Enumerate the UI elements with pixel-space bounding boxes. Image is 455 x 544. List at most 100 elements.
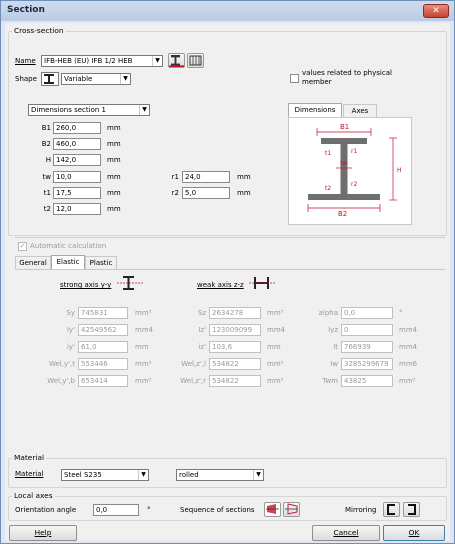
tab-plastic[interactable]: Plastic bbox=[85, 256, 117, 269]
automatic-calculation-checkbox[interactable]: ✓ bbox=[18, 242, 27, 251]
property-value: 2634278 bbox=[212, 309, 244, 317]
chevron-down-icon: ▼ bbox=[138, 470, 148, 480]
material-value: Steel S235 bbox=[64, 471, 102, 479]
dimension-t2-field[interactable]: 12,0 bbox=[53, 203, 101, 215]
radius-r2-field[interactable]: 5,0 bbox=[182, 187, 230, 199]
tab-label: General bbox=[19, 259, 47, 267]
name-combo[interactable]: IFB-HEB (EU) IFB 1/2 HEB ▼ bbox=[41, 55, 163, 67]
strong-axis-icon bbox=[117, 276, 143, 290]
orientation-angle-unit: ° bbox=[147, 506, 151, 514]
dimension-b1-field[interactable]: 260,0 bbox=[53, 122, 101, 134]
dimension-unit: mm bbox=[107, 156, 121, 164]
tab-label: Dimensions bbox=[294, 106, 336, 114]
t2-label: t2 bbox=[325, 185, 331, 192]
property-value: 43825 bbox=[344, 377, 367, 385]
material-combo[interactable]: Steel S235 ▼ bbox=[61, 469, 149, 481]
property-value: 103,6 bbox=[212, 343, 233, 351]
property-unit: mm³ bbox=[135, 309, 152, 317]
section-drawing: B1 B2 H t1 t2 tw r1 r2 bbox=[307, 123, 402, 218]
chevron-down-icon: ▼ bbox=[152, 56, 162, 66]
property-unit: ° bbox=[399, 309, 403, 317]
dimension-h-field[interactable]: 142,0 bbox=[53, 154, 101, 166]
dimension-label: tw bbox=[42, 173, 51, 181]
property-unit: mm4 bbox=[267, 326, 286, 334]
property-label: Iyz bbox=[328, 326, 338, 334]
property-unit: mm4 bbox=[399, 326, 418, 334]
radius-r1-field[interactable]: 24,0 bbox=[182, 171, 230, 183]
dimension-unit: mm bbox=[107, 124, 121, 132]
tab-general[interactable]: General bbox=[15, 256, 51, 269]
property-iw-field: 3285299679 bbox=[341, 358, 393, 370]
radius-unit: mm bbox=[237, 189, 251, 197]
dimension-t1-field[interactable]: 17,5 bbox=[53, 187, 101, 199]
physical-member-checkbox[interactable] bbox=[290, 74, 299, 83]
property-iyz-field: 0 bbox=[341, 324, 393, 336]
mirror-right-button[interactable] bbox=[403, 502, 420, 517]
property-value: 653414 bbox=[81, 377, 108, 385]
shape-icon-combo[interactable] bbox=[41, 72, 59, 86]
h-label: H bbox=[397, 167, 402, 174]
property-value: 123009099 bbox=[212, 326, 253, 334]
section-database-button[interactable] bbox=[187, 53, 204, 68]
property-label: Iy' bbox=[66, 326, 75, 334]
radius-label: r2 bbox=[171, 189, 179, 197]
property-label: Wel,y',t bbox=[48, 360, 75, 368]
property-value: 553446 bbox=[81, 360, 108, 368]
i-beam-icon bbox=[169, 55, 184, 67]
property-value: 534822 bbox=[212, 360, 239, 368]
property-iz-radius-field: 103,6 bbox=[209, 341, 261, 353]
tw-label: tw bbox=[340, 160, 347, 167]
i-section-icon bbox=[44, 74, 54, 84]
property-value: 534822 bbox=[212, 377, 239, 385]
ok-button[interactable]: OK bbox=[383, 525, 445, 541]
r1-label: r1 bbox=[351, 148, 357, 155]
section-dialog: Section ✕ Cross-section Name IFB-HEB (EU… bbox=[0, 0, 455, 544]
dimension-b2-field[interactable]: 460,0 bbox=[53, 138, 101, 150]
material-type-combo[interactable]: rolled ▼ bbox=[176, 469, 264, 481]
property-iy-radius-field: 61,0 bbox=[78, 341, 128, 353]
dimension-value: 10,0 bbox=[56, 173, 72, 181]
section-preview: B1 B2 H t1 t2 tw r1 r2 bbox=[288, 117, 412, 225]
close-button[interactable]: ✕ bbox=[423, 4, 449, 18]
property-unit: mm6 bbox=[399, 360, 418, 368]
chevron-down-icon: ▼ bbox=[139, 105, 149, 115]
dimension-label: B1 bbox=[41, 124, 51, 132]
material-label: Material bbox=[15, 470, 44, 478]
tab-axes[interactable]: Axes bbox=[343, 104, 377, 117]
sequence-reverse-button[interactable] bbox=[283, 502, 300, 517]
dimension-value: 460,0 bbox=[56, 140, 77, 148]
cross-section-group-label: Cross-section bbox=[12, 26, 66, 35]
section-library-button[interactable] bbox=[168, 53, 185, 68]
weak-axis-label: weak axis z-z bbox=[197, 281, 244, 289]
close-icon: ✕ bbox=[432, 6, 440, 16]
orientation-angle-field[interactable]: 0,0 bbox=[93, 504, 139, 516]
ok-button-label: OK bbox=[408, 528, 420, 537]
dimension-tw-field[interactable]: 10,0 bbox=[53, 171, 101, 183]
tab-dimensions[interactable]: Dimensions bbox=[288, 103, 342, 117]
radius-value: 24,0 bbox=[185, 173, 201, 181]
mirroring-label: Mirroring bbox=[345, 506, 377, 514]
database-icon bbox=[189, 55, 202, 66]
property-wel-y-t-field: 553446 bbox=[78, 358, 128, 370]
shape-combo[interactable]: Variable ▼ bbox=[61, 73, 131, 85]
tab-label: Axes bbox=[351, 107, 369, 115]
property-label: Iw bbox=[330, 360, 338, 368]
tab-elastic[interactable]: Elastic bbox=[51, 255, 85, 269]
radius-unit: mm bbox=[237, 173, 251, 181]
dimension-value: 17,5 bbox=[56, 189, 72, 197]
property-value: 0,0 bbox=[344, 309, 356, 317]
property-unit: mm4 bbox=[399, 343, 418, 351]
sequence-forward-button[interactable] bbox=[264, 502, 281, 517]
mirror-left-button[interactable] bbox=[383, 502, 400, 517]
property-unit: mm³ bbox=[267, 309, 284, 317]
property-value: 0 bbox=[344, 326, 349, 334]
property-value: 61,0 bbox=[81, 343, 97, 351]
b1-label: B1 bbox=[340, 123, 349, 131]
dimensions-section-combo[interactable]: Dimensions section 1 ▼ bbox=[28, 104, 150, 116]
dimension-value: 12,0 bbox=[56, 205, 72, 213]
help-button[interactable]: Help bbox=[9, 525, 77, 541]
cancel-button[interactable]: Cancel bbox=[312, 525, 380, 541]
material-group-label: Material bbox=[12, 453, 47, 462]
strong-axis-label: strong axis y-y bbox=[60, 281, 112, 289]
property-label: Twm bbox=[322, 377, 338, 385]
